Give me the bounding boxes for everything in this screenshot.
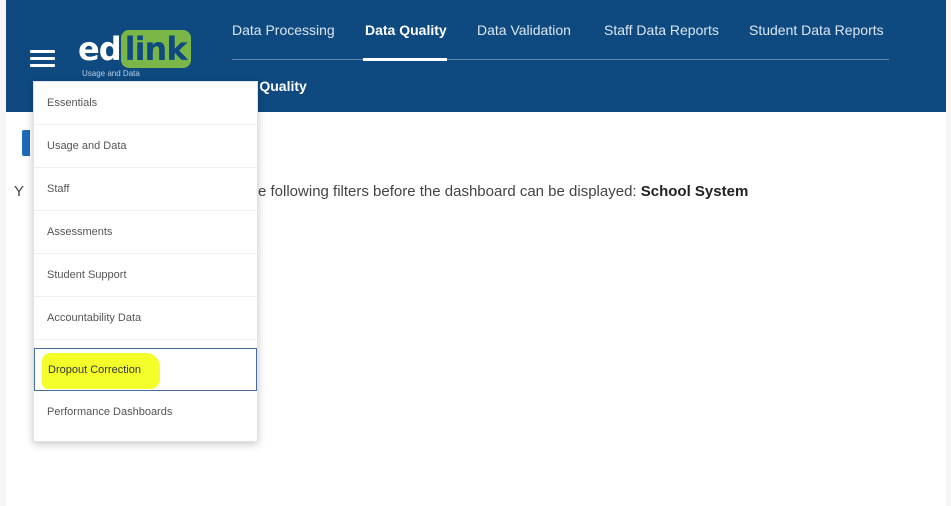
dashboard-category-menu: Essentials Usage and Data Staff Assessme…: [33, 81, 258, 442]
hamburger-icon[interactable]: [30, 50, 55, 70]
menu-item-usage-and-data[interactable]: Usage and Data: [34, 125, 257, 168]
edlink-logo[interactable]: ed link Usage and Data: [78, 30, 191, 82]
tab-data-processing[interactable]: Data Processing: [232, 22, 335, 38]
menu-item-student-support[interactable]: Student Support: [34, 254, 257, 297]
screenshot-frame: ed link Usage and Data Data Processing Da…: [0, 0, 951, 506]
logo-subtitle: Usage and Data: [82, 69, 140, 78]
message-prefix: Y: [14, 183, 25, 200]
logo-wordmark: ed link: [78, 30, 191, 68]
tab-data-quality[interactable]: Data Quality: [365, 22, 447, 38]
menu-item-staff[interactable]: Staff: [34, 168, 257, 211]
nav-divider: [232, 59, 889, 60]
side-toggle-tab[interactable]: [22, 130, 30, 156]
menu-item-performance-dashboards[interactable]: Performance Dashboards: [34, 391, 257, 434]
menu-item-dropout-correction[interactable]: Dropout Correction: [34, 348, 257, 391]
required-filter-name: School System: [640, 183, 749, 200]
message-text: e following filters before the dashboard…: [258, 183, 637, 200]
active-tab-indicator: [363, 58, 447, 61]
tab-student-data-reports[interactable]: Student Data Reports: [749, 22, 884, 38]
page: ed link Usage and Data Data Processing Da…: [6, 0, 946, 506]
menu-item-assessments[interactable]: Assessments: [34, 211, 257, 254]
menu-item-essentials[interactable]: Essentials: [34, 82, 257, 125]
tab-data-validation[interactable]: Data Validation: [477, 22, 571, 38]
menu-item-accountability-data[interactable]: Accountability Data: [34, 297, 257, 340]
tab-staff-data-reports[interactable]: Staff Data Reports: [604, 22, 719, 38]
